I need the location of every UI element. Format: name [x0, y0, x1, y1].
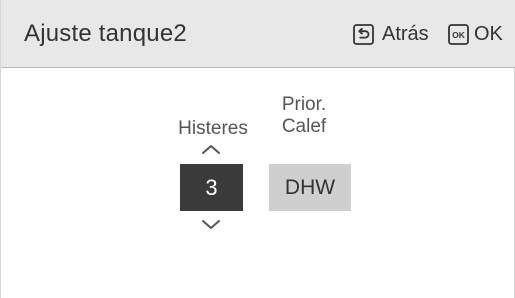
page-title: Ajuste tanque2: [24, 20, 187, 47]
chevron-up-icon[interactable]: [201, 143, 221, 155]
ok-label: OK: [474, 23, 503, 45]
chevron-down-icon[interactable]: [201, 219, 221, 231]
hysteresis-value[interactable]: 3: [180, 164, 243, 211]
ok-icon-text: OK: [452, 30, 466, 40]
ok-button[interactable]: OK OK: [448, 19, 503, 49]
back-label: Atrás: [382, 23, 429, 45]
back-button[interactable]: Atrás: [353, 19, 429, 49]
back-return-icon: [353, 23, 374, 45]
priority-value[interactable]: DHW: [269, 164, 351, 211]
settings-screen: Ajuste tanque2 Atrás OK OK Prior. Calef …: [0, 0, 515, 298]
header-bar: Ajuste tanque2 Atrás OK OK: [1, 0, 515, 68]
hysteresis-label: Histeres: [178, 118, 248, 139]
ok-key-icon: OK: [448, 23, 469, 45]
priority-label-line-1: Prior.: [281, 94, 327, 115]
priority-label-line-2: Calef: [281, 116, 327, 137]
priority-label: Prior. Calef: [264, 94, 344, 138]
